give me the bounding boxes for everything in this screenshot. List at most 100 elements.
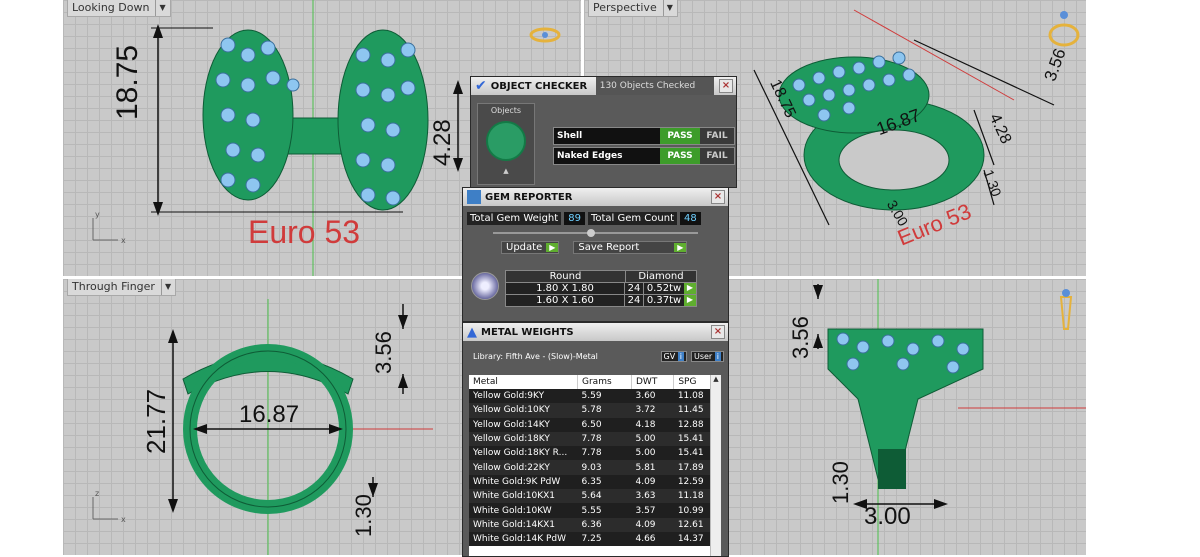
- dwt-cell: 3.60: [631, 389, 674, 404]
- dwt-cell: 5.00: [631, 431, 674, 447]
- pass-indicator: PASS: [660, 148, 700, 164]
- metal-cell: White Gold:14KX1: [469, 517, 578, 532]
- ring-thumbnail-icon: [486, 121, 526, 161]
- metal-cell: Yellow Gold:9KY: [469, 389, 578, 404]
- grams-cell: 7.78: [577, 431, 632, 447]
- pass-indicator: PASS: [660, 128, 700, 144]
- gv-toggle[interactable]: GV i: [660, 351, 687, 362]
- metal-weights-panel: ▲ METAL WEIGHTS × Library: Fifth Ave - (…: [462, 322, 729, 557]
- metal-cell: White Gold:10KX1: [469, 489, 578, 504]
- grams-cell: 5.78: [577, 403, 632, 418]
- grams-cell: 5.64: [577, 489, 632, 504]
- check-row-naked-edges: Naked Edges PASS FAIL: [553, 147, 735, 165]
- metal-cell: Yellow Gold:18KY: [469, 431, 578, 447]
- panel-titlebar[interactable]: ✔ OBJECT CHECKER 130 Objects Checked ×: [471, 77, 736, 95]
- table-row[interactable]: Yellow Gold:9KY 5.59 3.60 11.08: [469, 389, 721, 404]
- scrollbar[interactable]: ▲: [710, 375, 721, 556]
- gem-thumbnail-icon: [471, 272, 499, 300]
- panel-titlebar[interactable]: ▲ METAL WEIGHTS ×: [463, 323, 728, 341]
- metal-cell: Yellow Gold:18KY R...: [469, 446, 578, 461]
- total-gem-weight-label: Total Gem Weight: [467, 212, 562, 225]
- panel-title: OBJECT CHECKER: [490, 80, 588, 92]
- dim-bottom: 1.30: [828, 461, 853, 504]
- objects-label: Objects: [490, 106, 522, 115]
- euro-size-label: Euro 53: [248, 214, 361, 250]
- check-label: Naked Edges: [554, 148, 660, 164]
- dwt-cell: 3.57: [631, 503, 674, 518]
- table-row[interactable]: White Gold:10KW 5.55 3.57 10.99: [469, 503, 721, 518]
- table-row[interactable]: Yellow Gold:14KY 6.50 4.18 12.88: [469, 417, 721, 432]
- dim-bottom: 1.30: [351, 494, 376, 537]
- table-row[interactable]: Yellow Gold:18KY 7.78 5.00 15.41: [469, 431, 721, 447]
- col-dwt[interactable]: DWT: [631, 375, 675, 389]
- play-icon[interactable]: ▶: [684, 295, 696, 306]
- svg-text:z: z: [95, 489, 99, 498]
- object-checker-panel: ✔ OBJECT CHECKER 130 Objects Checked × O…: [470, 76, 737, 188]
- objects-box[interactable]: Objects ▲: [477, 103, 535, 185]
- slider-handle[interactable]: [587, 229, 595, 237]
- dim-top: 3.56: [788, 316, 813, 359]
- library-label: Library: Fifth Ave - (Slow)-Metal: [473, 352, 598, 361]
- dim-width: 16.87: [239, 401, 300, 428]
- play-icon: ▶: [674, 243, 687, 252]
- gem-table: Round Diamond 1.80 X 1.80 24 0.52tw ▶ 1.…: [471, 270, 697, 307]
- gem-slider[interactable]: [493, 229, 698, 237]
- grams-cell: 6.36: [577, 517, 632, 532]
- dwt-cell: 3.63: [631, 489, 674, 504]
- grams-cell: 5.55: [577, 503, 632, 518]
- col-diamond: Diamond: [638, 271, 684, 282]
- update-button[interactable]: Update ▶: [501, 241, 560, 254]
- checkmark-icon: ✔: [475, 78, 487, 94]
- dim-top: 3.56: [371, 331, 396, 374]
- fail-indicator: FAIL: [700, 148, 734, 164]
- metal-table-wrap[interactable]: Metal Grams DWT SPG Yellow Gold:9KY 5.59 3…: [469, 375, 721, 556]
- viewport-side[interactable]: 3.56 1.30 3.00: [728, 279, 1086, 555]
- table-row[interactable]: Yellow Gold:10KY 5.78 3.72 11.45: [469, 403, 721, 418]
- chevron-up-icon[interactable]: ▲: [478, 167, 534, 175]
- user-toggle[interactable]: User i: [690, 351, 724, 362]
- gem-actions: Update ▶ Save Report ▶: [463, 239, 728, 256]
- close-icon[interactable]: ×: [711, 190, 725, 204]
- table-row[interactable]: White Gold:9K PdW 6.35 4.09 12.59: [469, 474, 721, 490]
- metal-cell: Yellow Gold:22KY: [469, 460, 578, 475]
- gem-row[interactable]: 1.80 X 1.80 24 0.52tw ▶: [505, 283, 697, 295]
- total-gem-count-label: Total Gem Count: [587, 212, 677, 225]
- panel-titlebar[interactable]: GEM REPORTER ×: [463, 188, 728, 206]
- svg-text:x: x: [121, 515, 126, 524]
- table-row[interactable]: White Gold:14KX1 6.36 4.09 12.61: [469, 517, 721, 532]
- dim-height: 18.75: [111, 44, 144, 120]
- dwt-cell: 5.00: [631, 446, 674, 461]
- grams-cell: 5.59: [577, 389, 632, 404]
- play-icon: ▶: [546, 243, 559, 252]
- dwt-cell: 4.09: [631, 474, 674, 490]
- dim-height: 21.77: [141, 388, 171, 454]
- play-icon[interactable]: ▶: [684, 283, 696, 294]
- metal-cell: Yellow Gold:10KY: [469, 403, 578, 418]
- fail-indicator: FAIL: [700, 128, 734, 144]
- close-icon[interactable]: ×: [711, 325, 725, 339]
- panel-title: GEM REPORTER: [485, 191, 573, 203]
- table-row[interactable]: White Gold:14K PdW 7.25 4.66 14.37: [469, 531, 721, 547]
- dwt-cell: 4.09: [631, 517, 674, 532]
- col-grams[interactable]: Grams: [577, 375, 632, 389]
- check-row-shell: Shell PASS FAIL: [553, 127, 735, 145]
- dwt-cell: 3.72: [631, 403, 674, 418]
- total-gem-count-value: 48: [680, 212, 701, 225]
- gem-totals-row: Total Gem Weight 89 Total Gem Count 48: [463, 206, 728, 227]
- gem-row[interactable]: 1.60 X 1.60 24 0.37tw ▶: [505, 295, 697, 307]
- save-report-button[interactable]: Save Report ▶: [573, 241, 688, 254]
- table-row[interactable]: Yellow Gold:22KY 9.03 5.81 17.89: [469, 460, 721, 475]
- close-icon[interactable]: ×: [719, 79, 733, 93]
- grams-cell: 9.03: [577, 460, 632, 475]
- svg-text:y: y: [95, 210, 100, 219]
- metal-cell: White Gold:9K PdW: [469, 474, 578, 490]
- col-metal[interactable]: Metal: [469, 375, 578, 389]
- table-row[interactable]: White Gold:10KX1 5.64 3.63 11.18: [469, 489, 721, 504]
- library-row: Library: Fifth Ave - (Slow)-Metal GV i U…: [463, 341, 728, 366]
- chevron-up-icon[interactable]: ▲: [711, 375, 721, 383]
- table-row[interactable]: Yellow Gold:18KY R... 7.78 5.00 15.41: [469, 446, 721, 461]
- dwt-cell: 4.18: [631, 417, 674, 432]
- objects-checked-status: 130 Objects Checked: [595, 77, 714, 95]
- col-round: Round: [506, 271, 626, 282]
- metal-cell: Yellow Gold:14KY: [469, 417, 578, 432]
